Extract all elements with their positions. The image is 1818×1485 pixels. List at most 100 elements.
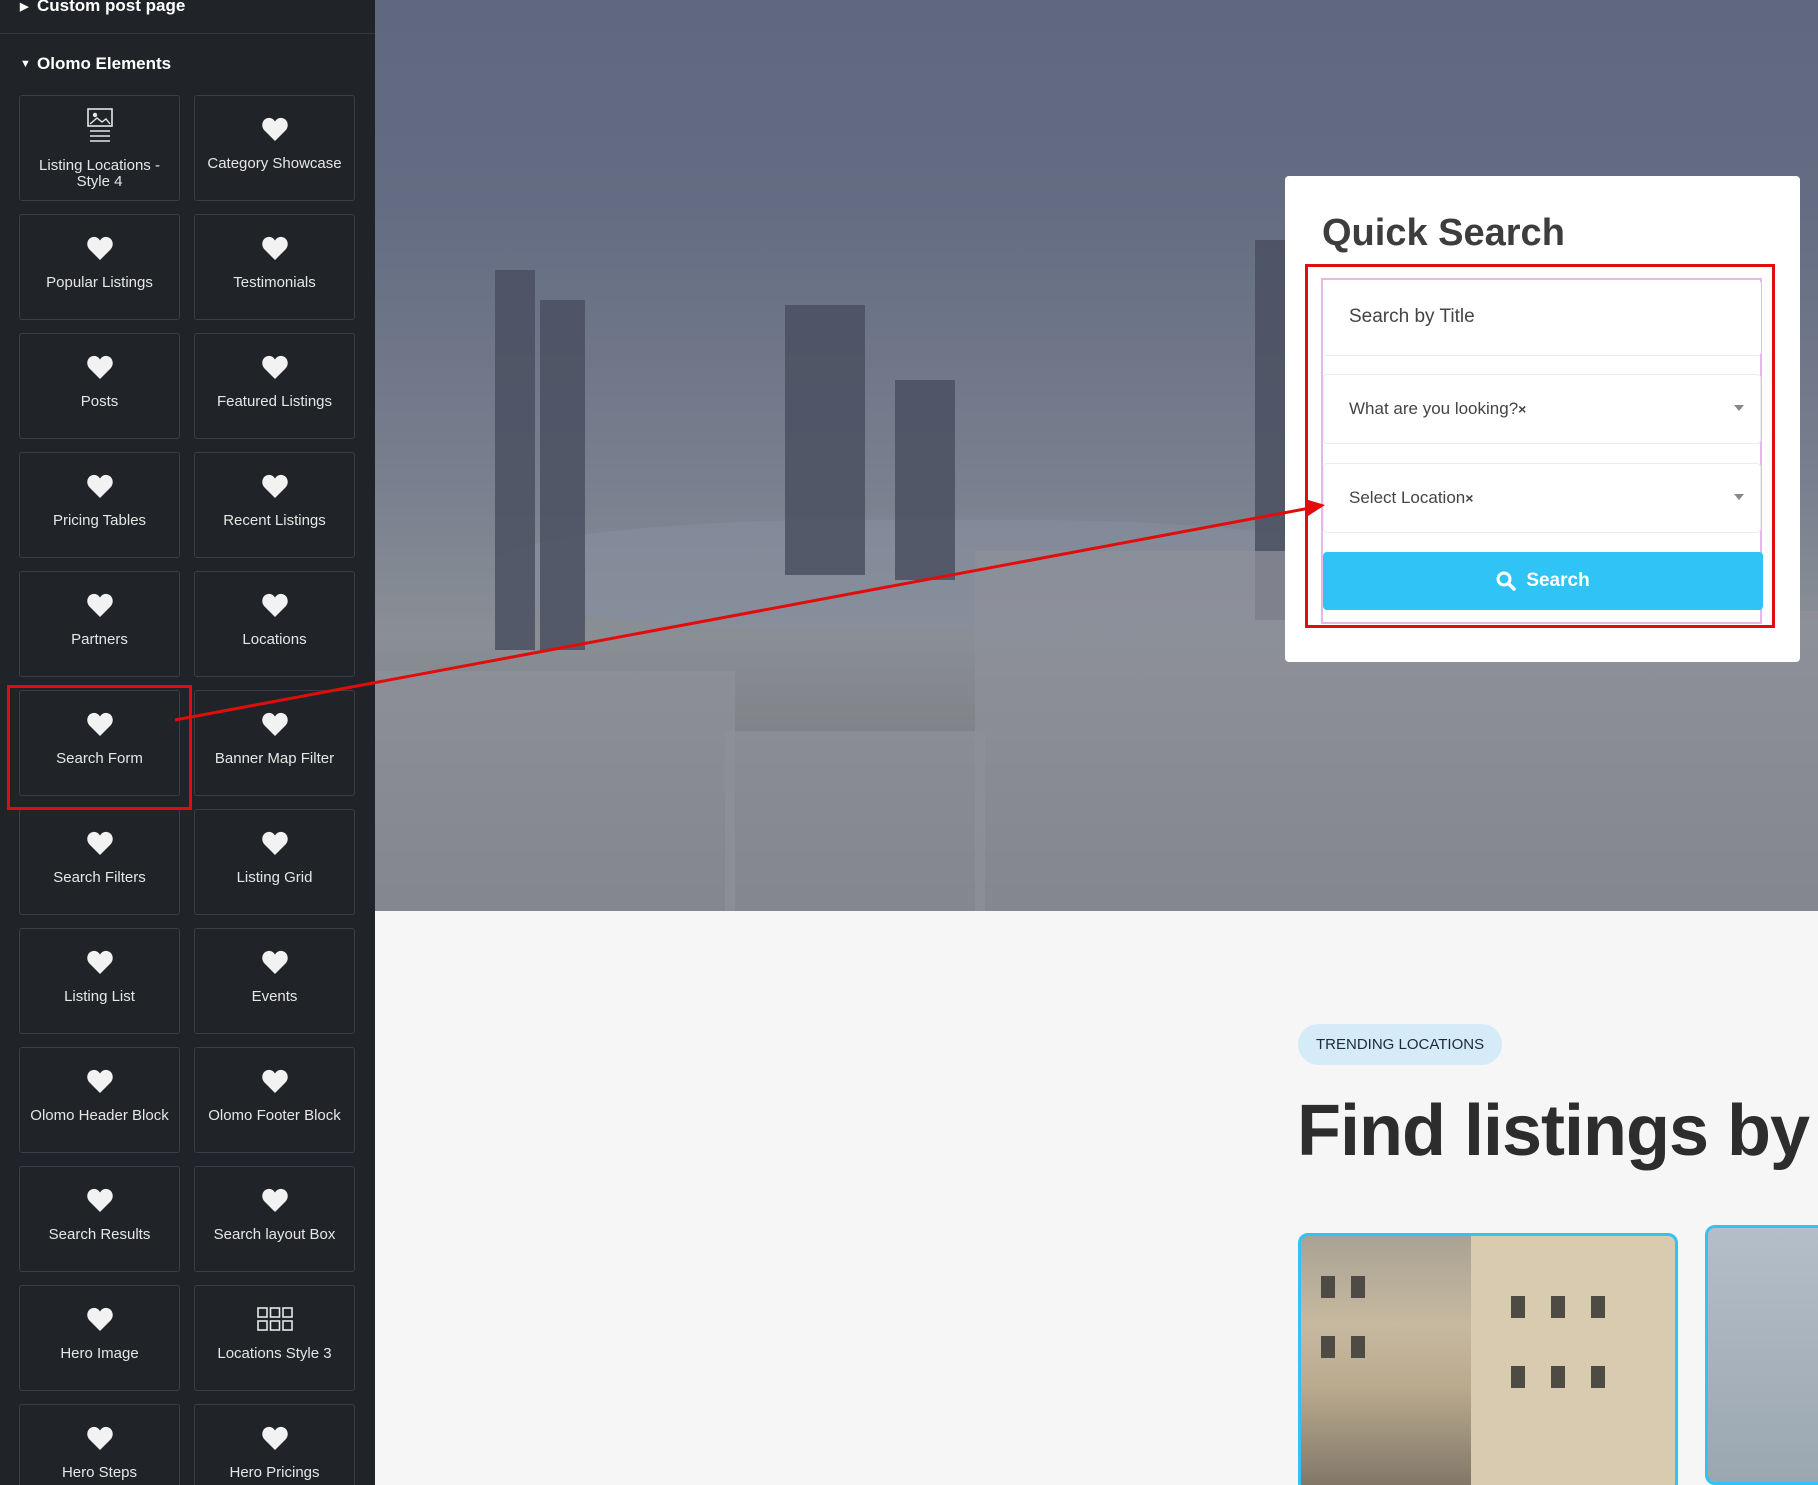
widget-label: Pricing Tables: [52, 512, 147, 529]
hero-image-building: [725, 731, 985, 911]
widget-label: Search Results: [48, 1226, 151, 1243]
heart-icon: [20, 1304, 179, 1334]
widget-popular-listings[interactable]: Popular Listings: [19, 214, 180, 320]
quick-search-panel: Quick Search Search by Title What are yo…: [1285, 176, 1800, 662]
search-button-label: Search: [1526, 570, 1590, 591]
widget-listing-locations-style-4[interactable]: Listing Locations - Style 4: [19, 95, 180, 201]
caret-down-icon: ▼: [20, 58, 31, 70]
widget-search-filters[interactable]: Search Filters: [19, 809, 180, 915]
category-label: Olomo Elements: [37, 54, 172, 73]
widget-label: Category Showcase: [207, 155, 342, 172]
heart-icon: [195, 1423, 354, 1453]
location-card[interactable]: [1705, 1225, 1818, 1485]
search-icon: [1496, 571, 1517, 591]
widget-label: Hero Image: [60, 1345, 139, 1362]
hero-image-building: [495, 270, 535, 650]
clear-icon[interactable]: ×: [1518, 401, 1526, 417]
widget-label: Olomo Footer Block: [208, 1107, 341, 1124]
hero-image-building: [895, 380, 955, 580]
heart-icon: [20, 352, 179, 382]
hero-image-building: [785, 305, 865, 575]
heart-icon: [20, 590, 179, 620]
widget-label: Hero Pricings: [229, 1464, 320, 1481]
widget-partners[interactable]: Partners: [19, 571, 180, 677]
heart-icon: [20, 1066, 179, 1096]
widget-label: Events: [251, 988, 298, 1005]
widget-category-showcase[interactable]: Category Showcase: [194, 95, 355, 201]
dropdown-arrow-icon: [1734, 494, 1744, 500]
search-button[interactable]: Search: [1323, 552, 1763, 610]
widget-label: Featured Listings: [216, 393, 333, 410]
widget-posts[interactable]: Posts: [19, 333, 180, 439]
widget-events[interactable]: Events: [194, 928, 355, 1034]
heart-icon: [20, 1423, 179, 1453]
heart-icon: [20, 471, 179, 501]
trending-badge: TRENDING LOCATIONS: [1298, 1024, 1503, 1065]
hero-image-building: [540, 300, 585, 650]
widget-label: Testimonials: [233, 274, 316, 291]
widget-label: Olomo Header Block: [30, 1107, 169, 1124]
widget-label: Locations: [242, 631, 307, 648]
clear-icon[interactable]: ×: [1465, 490, 1473, 506]
widget-label: Partners: [71, 631, 128, 648]
widget-search-layout-box[interactable]: Search layout Box: [194, 1166, 355, 1272]
heart-icon: [195, 590, 354, 620]
heart-icon: [195, 352, 354, 382]
widget-olomo-header-block[interactable]: Olomo Header Block: [19, 1047, 180, 1153]
section-heading: Find listings by l: [1297, 1091, 1818, 1171]
heart-icon: [195, 114, 354, 144]
category-select-value: What are you looking?: [1349, 399, 1519, 418]
widget-search-results[interactable]: Search Results: [19, 1166, 180, 1272]
widget-label: Popular Listings: [46, 274, 153, 291]
heart-icon: [195, 947, 354, 977]
widget-pricing-tables[interactable]: Pricing Tables: [19, 452, 180, 558]
widget-label: Listing Grid: [236, 869, 313, 886]
widget-label: Listing List: [64, 988, 135, 1005]
widget-label: Listing Locations - Style 4: [39, 157, 160, 190]
search-title-placeholder: Search by Title: [1349, 306, 1475, 327]
heart-icon: [20, 828, 179, 858]
category-olomo-elements[interactable]: ▼ Olomo Elements: [0, 48, 375, 82]
heart-icon: [195, 1066, 354, 1096]
heart-icon: [20, 233, 179, 263]
location-card[interactable]: [1298, 1233, 1678, 1485]
dropdown-arrow-icon: [1734, 405, 1744, 411]
category-label: Custom post page: [37, 0, 186, 15]
heart-icon: [195, 1185, 354, 1215]
category-select[interactable]: What are you looking?×: [1323, 374, 1761, 444]
search-title-input[interactable]: Search by Title: [1323, 280, 1761, 356]
image-list-icon: [20, 108, 179, 142]
widget-label: Banner Map Filter: [214, 750, 335, 767]
widget-listing-grid[interactable]: Listing Grid: [194, 809, 355, 915]
widget-featured-listings[interactable]: Featured Listings: [194, 333, 355, 439]
widget-hero-pricings[interactable]: Hero Pricings: [194, 1404, 355, 1485]
widget-locations[interactable]: Locations: [194, 571, 355, 677]
widget-hero-image[interactable]: Hero Image: [19, 1285, 180, 1391]
category-custom-post-page[interactable]: ▶ Custom post page: [0, 0, 375, 34]
widget-listing-list[interactable]: Listing List: [19, 928, 180, 1034]
widget-label: Hero Steps: [61, 1464, 138, 1481]
annotation-highlight-box: [7, 685, 192, 810]
grid-icon: [195, 1304, 354, 1334]
widget-testimonials[interactable]: Testimonials: [194, 214, 355, 320]
widget-label: Recent Listings: [223, 512, 326, 529]
widget-label: Locations Style 3: [217, 1345, 332, 1362]
heart-icon: [195, 709, 354, 739]
caret-right-icon: ▶: [20, 1, 29, 13]
widget-label: Search layout Box: [213, 1226, 336, 1243]
widget-olomo-footer-block[interactable]: Olomo Footer Block: [194, 1047, 355, 1153]
location-select-value: Select Location: [1349, 488, 1466, 507]
location-card-image: [1471, 1236, 1675, 1485]
widget-banner-map-filter[interactable]: Banner Map Filter: [194, 690, 355, 796]
widget-recent-listings[interactable]: Recent Listings: [194, 452, 355, 558]
location-select[interactable]: Select Location×: [1323, 463, 1761, 533]
heart-icon: [20, 947, 179, 977]
heart-icon: [20, 1185, 179, 1215]
heart-icon: [195, 471, 354, 501]
widget-label: Search Filters: [53, 869, 146, 886]
heart-icon: [195, 233, 354, 263]
heart-icon: [195, 828, 354, 858]
quick-search-title: Quick Search: [1322, 212, 1565, 254]
widget-locations-style-3[interactable]: Locations Style 3: [194, 1285, 355, 1391]
widget-hero-steps[interactable]: Hero Steps: [19, 1404, 180, 1485]
